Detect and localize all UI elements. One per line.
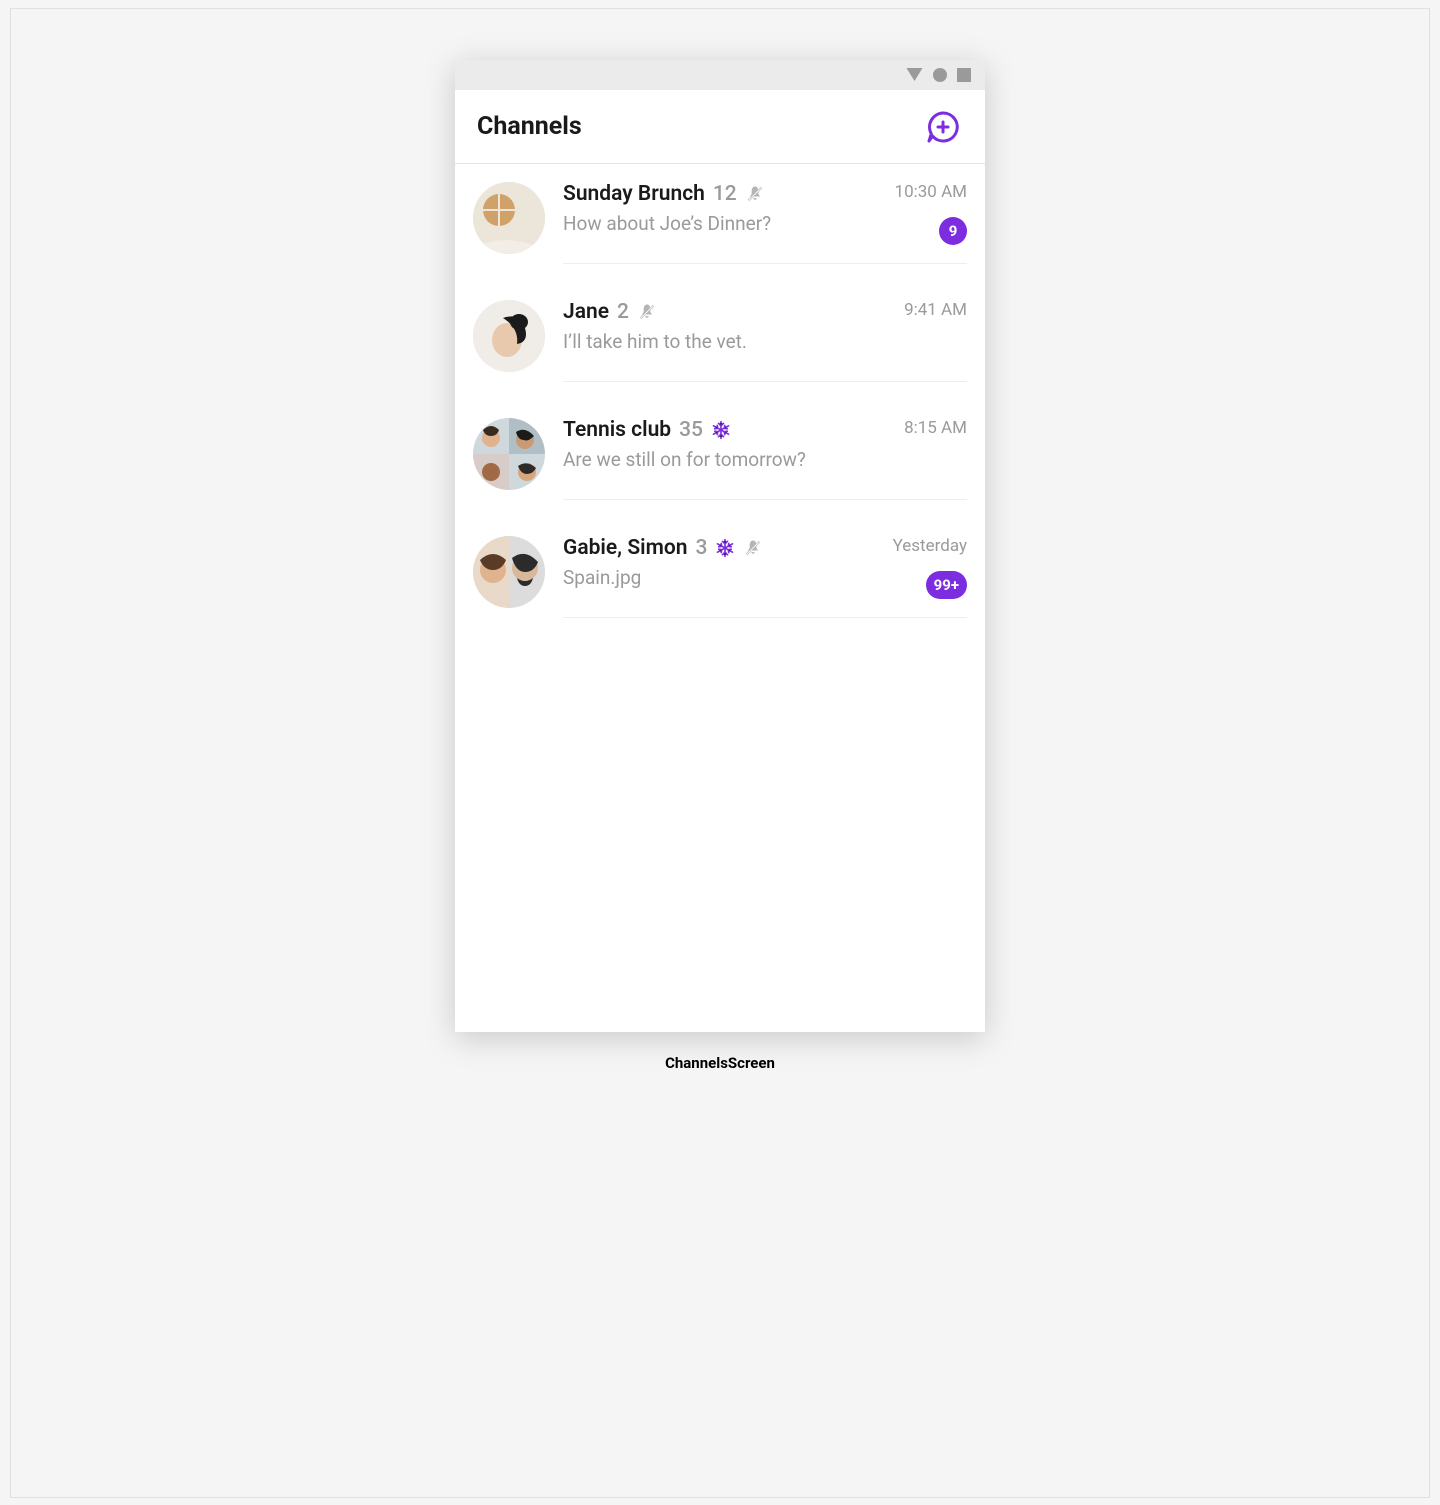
message-preview: Spain.jpg: [563, 566, 763, 589]
avatar: [473, 418, 545, 490]
timestamp: Yesterday: [893, 536, 967, 556]
avatar: [473, 300, 545, 372]
member-count: 35: [679, 418, 703, 442]
unread-badge: 99+: [926, 571, 967, 599]
status-bar: [455, 60, 985, 90]
member-count: 2: [617, 300, 629, 324]
channel-row[interactable]: Gabie, Simon 3: [473, 518, 985, 636]
timestamp: 8:15 AM: [904, 418, 967, 438]
timestamp: 9:41 AM: [904, 300, 967, 320]
channel-list[interactable]: Sunday Brunch 12 How: [455, 164, 985, 1032]
new-chat-button[interactable]: [923, 107, 963, 147]
channel-name: Gabie, Simon: [563, 536, 687, 560]
channel-row[interactable]: Tennis club 35: [473, 400, 985, 518]
member-count: 3: [695, 536, 707, 560]
message-preview: Are we still on for tomorrow?: [563, 448, 806, 471]
status-circle-icon: [933, 68, 947, 82]
mute-icon: [637, 302, 657, 322]
avatar: [473, 536, 545, 608]
avatar: [473, 182, 545, 254]
channel-row[interactable]: Jane 2 I’ll take him: [473, 282, 985, 400]
channel-row[interactable]: Sunday Brunch 12 How: [473, 164, 985, 282]
message-preview: I’ll take him to the vet.: [563, 330, 747, 353]
channel-name: Sunday Brunch: [563, 182, 705, 206]
member-count: 12: [713, 182, 737, 206]
unread-badge: 9: [939, 217, 967, 245]
screen-caption: ChannelsScreen: [665, 1054, 775, 1072]
timestamp: 10:30 AM: [895, 182, 967, 202]
app-header: Channels: [455, 90, 985, 164]
status-triangle-icon: [906, 68, 923, 82]
snowflake-icon: [711, 420, 731, 440]
message-preview: How about Joe’s Dinner?: [563, 212, 771, 235]
channels-screen: Channels: [455, 60, 985, 1032]
channel-name: Jane: [563, 300, 609, 324]
new-chat-icon: [926, 110, 960, 144]
status-square-icon: [957, 68, 971, 82]
mute-icon: [745, 184, 765, 204]
snowflake-icon: [715, 538, 735, 558]
mute-icon: [743, 538, 763, 558]
channel-name: Tennis club: [563, 418, 671, 442]
page-title: Channels: [477, 112, 582, 141]
